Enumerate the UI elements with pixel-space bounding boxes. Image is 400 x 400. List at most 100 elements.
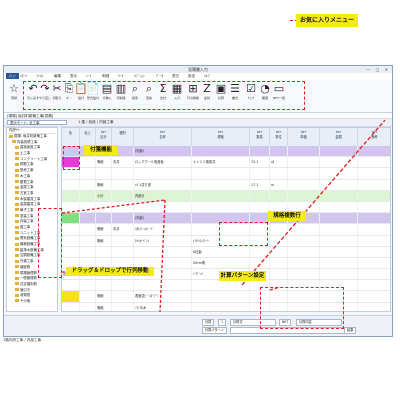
table-cell[interactable] <box>80 280 96 291</box>
grid-column-header[interactable]: 色 <box>62 128 80 146</box>
table-cell[interactable] <box>192 190 250 201</box>
table-cell[interactable]: ｿﾌﾄ巾木 <box>134 302 192 311</box>
table-cell[interactable] <box>358 168 390 178</box>
table-cell[interactable] <box>250 257 270 269</box>
table-cell[interactable] <box>288 190 320 201</box>
grid-column-header[interactable]: NET 区分 <box>96 128 112 146</box>
view-mode-select[interactable]: 表示モード: 全工事 <box>7 120 67 125</box>
grid-column-header[interactable]: NET 単価 <box>288 128 320 146</box>
table-cell[interactable] <box>62 224 80 235</box>
table-cell[interactable] <box>288 179 320 190</box>
table-cell[interactable]: 天井 <box>112 224 134 235</box>
table-cell[interactable] <box>358 280 390 290</box>
table-cell[interactable] <box>320 269 358 280</box>
table-cell[interactable] <box>358 213 390 223</box>
table-cell[interactable] <box>192 201 250 213</box>
table-cell[interactable] <box>270 190 288 201</box>
table-cell[interactable] <box>288 224 320 235</box>
table-cell[interactable] <box>358 224 390 234</box>
table-cell[interactable] <box>358 146 390 156</box>
table-cell[interactable] <box>270 246 288 257</box>
table-cell[interactable]: 天井 <box>112 157 134 168</box>
window-controls[interactable]: — □ ✕ <box>366 67 390 72</box>
table-cell[interactable] <box>62 291 80 302</box>
table-cell[interactable] <box>270 146 288 157</box>
table-cell[interactable]: (内部) <box>134 146 192 157</box>
table-cell[interactable] <box>192 302 250 311</box>
table-cell[interactable]: A社製 <box>192 246 250 257</box>
table-cell[interactable] <box>288 235 320 246</box>
table-cell[interactable] <box>80 213 96 224</box>
table-cell[interactable]: 明細 <box>96 235 112 246</box>
table-cell[interactable] <box>270 235 288 246</box>
grid-column-header[interactable]: NET 規格 <box>192 128 250 146</box>
table-cell[interactable] <box>192 179 250 190</box>
table-cell[interactable] <box>80 235 96 246</box>
table-cell[interactable]: 明細 <box>96 302 112 311</box>
table-cell[interactable] <box>320 179 358 190</box>
table-cell[interactable] <box>112 213 134 224</box>
table-cell[interactable] <box>62 246 80 257</box>
table-cell[interactable] <box>112 302 134 311</box>
table-cell[interactable] <box>320 224 358 235</box>
table-cell[interactable] <box>288 168 320 179</box>
table-cell[interactable] <box>320 190 358 201</box>
table-cell[interactable] <box>112 246 134 257</box>
table-cell[interactable] <box>80 246 96 257</box>
table-cell[interactable]: ﾀｲﾙｶｰﾍﾟｯﾄ <box>134 235 192 246</box>
table-cell[interactable] <box>358 303 390 311</box>
table-cell[interactable] <box>192 280 250 291</box>
table-cell[interactable] <box>320 157 358 168</box>
table-cell[interactable]: ｔ＝１２捨張共 <box>192 157 250 168</box>
table-cell[interactable] <box>250 201 270 213</box>
table-cell[interactable] <box>358 202 390 212</box>
table-cell[interactable] <box>62 235 80 246</box>
table-cell[interactable] <box>112 201 134 213</box>
table-cell[interactable] <box>320 235 358 246</box>
table-cell[interactable] <box>250 146 270 157</box>
table-cell[interactable]: ㎡ <box>270 157 288 168</box>
table-cell[interactable] <box>62 280 80 291</box>
table-cell[interactable] <box>270 168 288 179</box>
table-cell[interactable] <box>270 224 288 235</box>
table-row[interactable] <box>62 168 390 180</box>
grid-column-header[interactable]: 種別 <box>112 128 134 146</box>
table-cell[interactable] <box>358 157 390 167</box>
table-cell[interactable]: 明細 <box>96 157 112 168</box>
table-cell[interactable] <box>80 168 96 179</box>
table-cell[interactable] <box>96 201 112 213</box>
table-cell[interactable] <box>288 257 320 269</box>
table-cell[interactable] <box>192 146 250 157</box>
table-cell[interactable] <box>320 257 358 269</box>
table-cell[interactable]: ロックウール吸音板 <box>134 157 192 168</box>
table-cell[interactable]: ｽﾀﾙﾌﾚｰﾑﾎﾞｰﾄﾞ <box>134 224 192 235</box>
grid-column-header[interactable]: NET 単位 <box>270 128 288 146</box>
table-cell[interactable] <box>320 246 358 257</box>
table-cell[interactable] <box>288 146 320 157</box>
table-cell[interactable] <box>62 179 80 190</box>
table-cell[interactable] <box>288 157 320 168</box>
table-cell[interactable]: 50cm角 <box>192 257 250 269</box>
table-cell[interactable] <box>134 201 192 213</box>
table-cell[interactable] <box>358 236 390 246</box>
table-cell[interactable] <box>80 291 96 302</box>
table-cell[interactable]: (内部) <box>134 213 192 224</box>
table-cell[interactable] <box>320 168 358 179</box>
table-cell[interactable] <box>134 280 192 291</box>
table-cell[interactable]: 内部計 <box>134 190 192 201</box>
table-row[interactable]: 明細 天井 ロックウール吸音板 ｔ＝１２捨張共 13.1 ㎡ <box>62 157 390 169</box>
table-cell[interactable] <box>96 280 112 291</box>
table-cell[interactable] <box>358 269 390 279</box>
table-cell[interactable] <box>134 168 192 179</box>
table-cell[interactable] <box>112 190 134 201</box>
table-cell[interactable]: ｵｼﾞﾙ塗り張 <box>134 179 192 190</box>
table-cell[interactable]: 表面塗ﾋﾞｰﾑﾀﾞﾃﾞﾄ <box>134 291 192 302</box>
table-cell[interactable] <box>288 246 320 257</box>
table-cell[interactable] <box>320 201 358 213</box>
table-cell[interactable] <box>250 246 270 257</box>
ribbon-button-star[interactable]: ☆ 登録 <box>7 82 21 106</box>
table-cell[interactable] <box>358 191 390 201</box>
table-cell[interactable] <box>358 291 390 301</box>
table-cell[interactable] <box>112 291 134 302</box>
table-cell[interactable] <box>270 257 288 269</box>
